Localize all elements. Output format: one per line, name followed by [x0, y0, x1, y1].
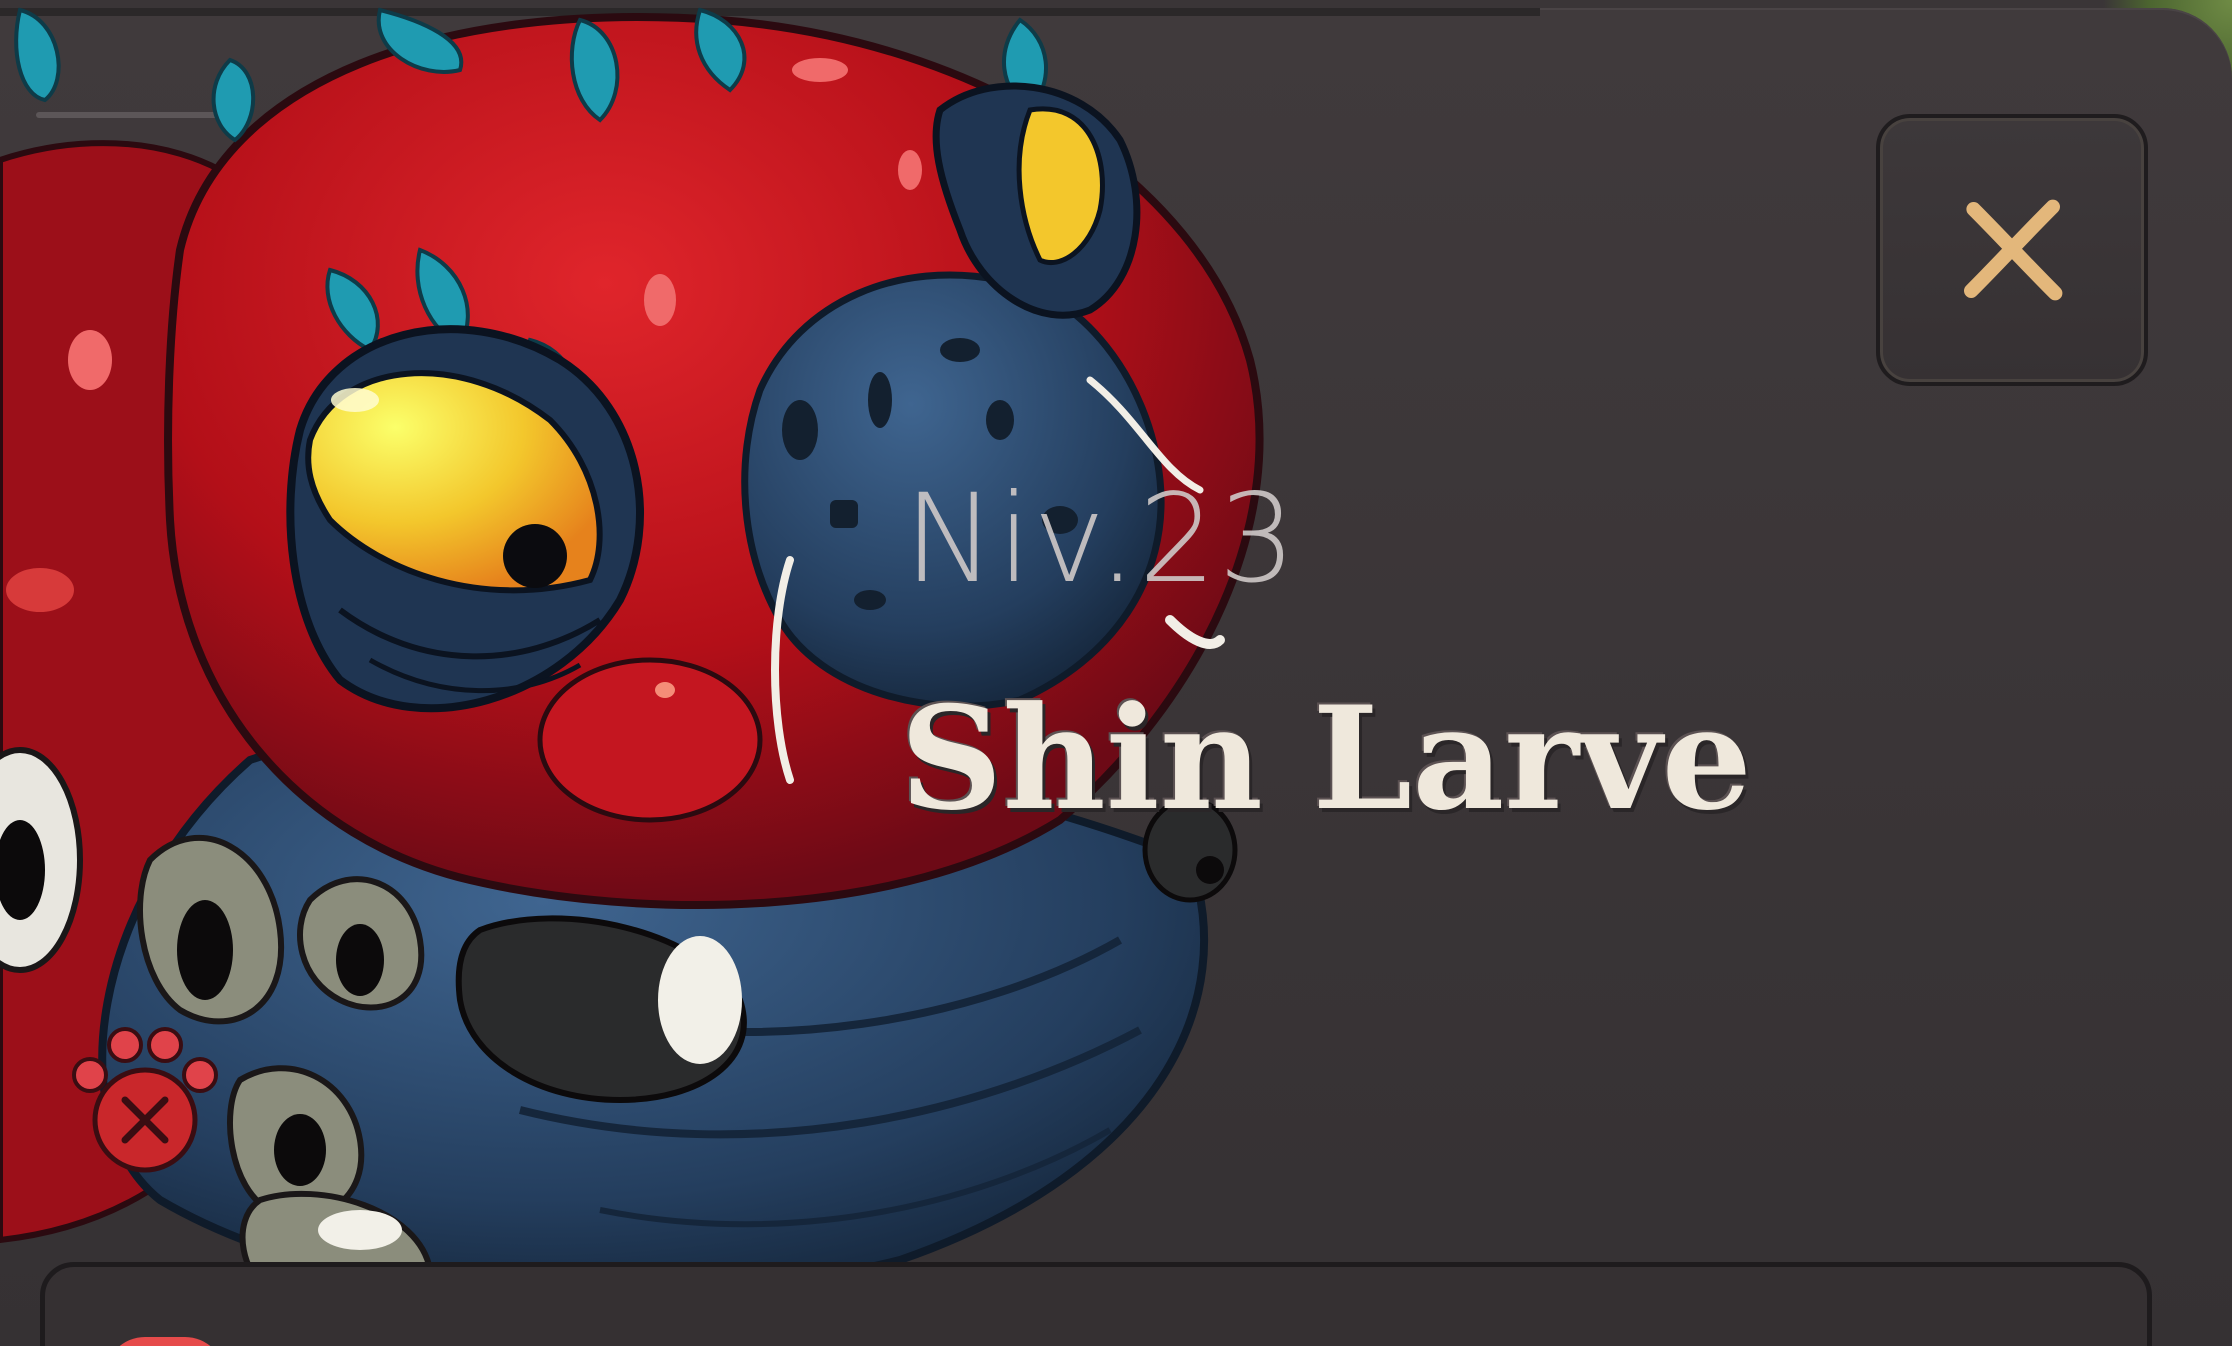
creature-level: Niv.23: [904, 468, 1298, 610]
stat-icon: [105, 1337, 225, 1346]
creature-name: Shin Larve: [900, 676, 1752, 842]
close-icon: [1964, 199, 2063, 301]
stats-card: [40, 1262, 2152, 1346]
creature-portrait: [0, 7, 1264, 1313]
close-button[interactable]: [1876, 114, 2148, 386]
creature-detail-screen: Niv.23 Shin Larve: [0, 0, 2232, 1346]
